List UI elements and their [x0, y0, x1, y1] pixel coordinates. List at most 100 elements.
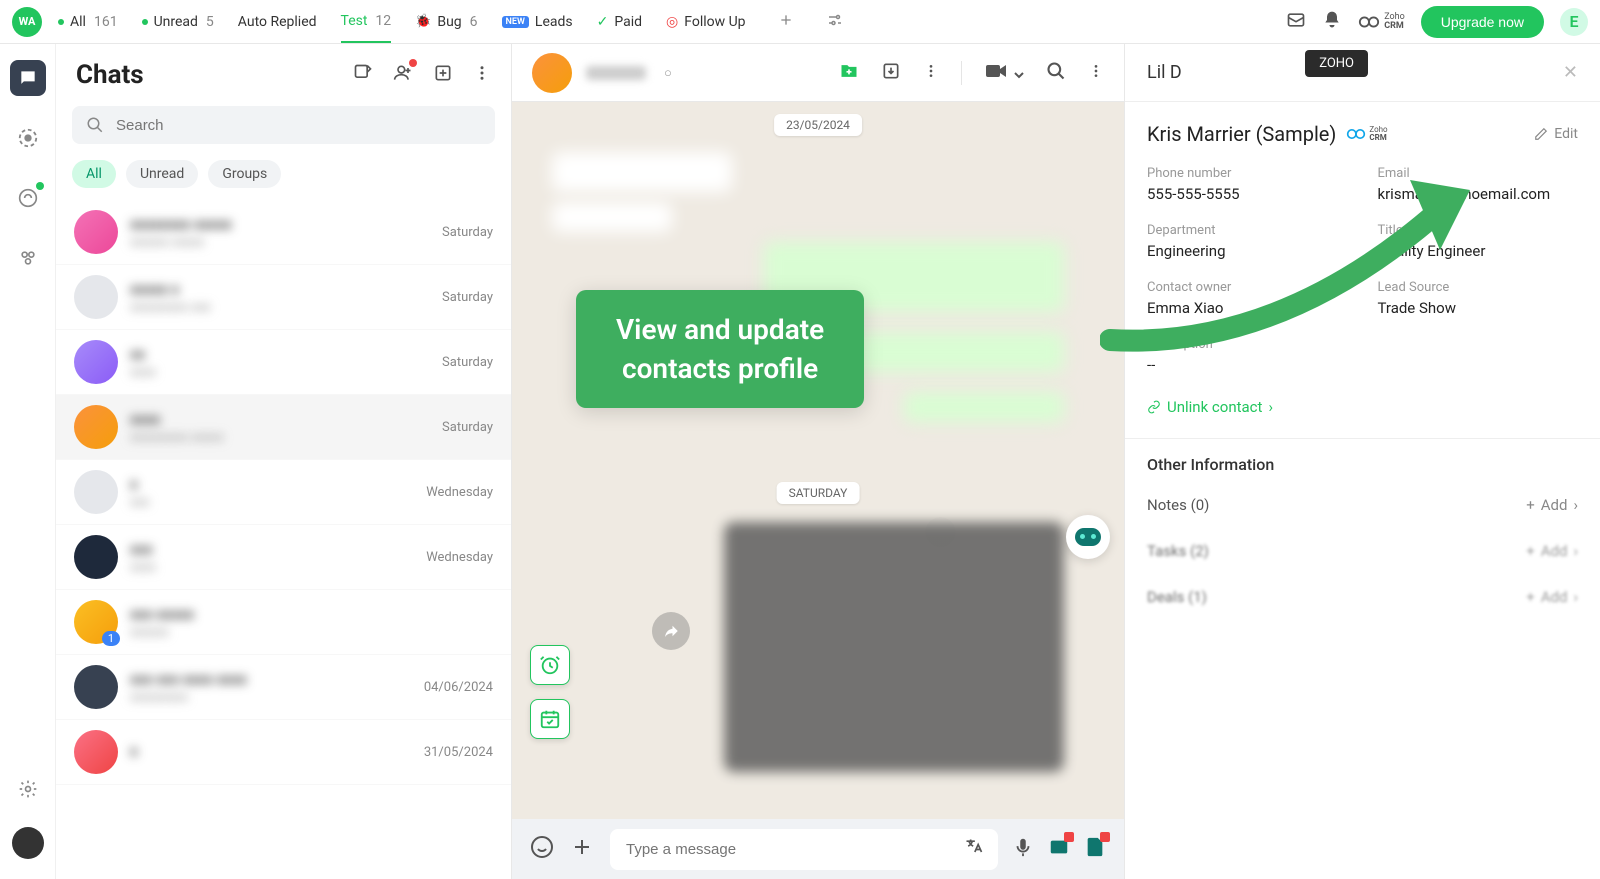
- close-icon[interactable]: ✕: [1563, 62, 1578, 83]
- tab-unread[interactable]: Unread5: [142, 2, 214, 42]
- chat-avatar: [74, 405, 118, 449]
- rail-settings-icon[interactable]: [10, 771, 46, 807]
- emoji-icon[interactable]: [530, 835, 554, 863]
- chat-avatar: [74, 665, 118, 709]
- user-avatar[interactable]: E: [1560, 8, 1588, 36]
- forward-icon[interactable]: [652, 612, 690, 650]
- crm-integration-icon[interactable]: ZohoCRM: [1358, 13, 1405, 31]
- conv-more-icon[interactable]: [1088, 63, 1104, 83]
- add-note-button[interactable]: + Add ›: [1526, 496, 1578, 514]
- unlink-contact-link[interactable]: Unlink contact ›: [1147, 398, 1273, 416]
- bot-assistant-icon[interactable]: [1066, 515, 1110, 559]
- message-bubble[interactable]: [552, 152, 732, 192]
- translate-icon[interactable]: [964, 837, 984, 861]
- tab-paid[interactable]: ✓Paid: [597, 2, 642, 42]
- template-icon[interactable]: [1084, 836, 1106, 862]
- owner-field: Contact ownerEmma Xiao: [1147, 280, 1348, 317]
- conversation-avatar[interactable]: [532, 53, 572, 93]
- media-message[interactable]: [724, 522, 1064, 772]
- add-task-button[interactable]: + Add ›: [1526, 542, 1578, 560]
- section-tasks[interactable]: Tasks (2) + Add ›: [1125, 528, 1600, 574]
- chat-item[interactable]: xxxxxxx Wednesday: [56, 525, 511, 590]
- conversation-name[interactable]: [586, 66, 646, 80]
- rail-chats-icon[interactable]: [10, 60, 46, 96]
- message-bubble[interactable]: [904, 392, 1064, 422]
- quick-reply-icon[interactable]: [1048, 836, 1070, 862]
- attach-icon[interactable]: [570, 835, 594, 863]
- add-tab-button[interactable]: [770, 12, 802, 32]
- topbar-right: ZohoCRM Upgrade now E: [1286, 6, 1588, 38]
- message-input[interactable]: [610, 829, 998, 870]
- mic-icon[interactable]: [1012, 836, 1034, 862]
- description-field: Description--: [1147, 337, 1348, 374]
- rail-channels-icon[interactable]: [10, 180, 46, 216]
- chats-column: Chats All Unread Groups: [56, 44, 512, 879]
- chat-time: Saturday: [442, 420, 493, 435]
- chat-avatar: 1: [74, 600, 118, 644]
- download-icon[interactable]: [881, 61, 901, 85]
- conv-menu-icon[interactable]: [923, 63, 939, 83]
- date-divider: 23/05/2024: [774, 114, 862, 136]
- add-contact-icon[interactable]: [393, 63, 413, 87]
- rail-communities-icon[interactable]: [10, 240, 46, 276]
- filter-groups[interactable]: Groups: [208, 160, 281, 188]
- tab-follow-up[interactable]: ◎Follow Up: [666, 2, 746, 42]
- new-chat-icon[interactable]: [353, 63, 373, 87]
- filter-all[interactable]: All: [72, 160, 116, 188]
- filter-row: All Unread Groups: [56, 152, 511, 200]
- conversation-status: ○: [664, 65, 672, 81]
- tab-all[interactable]: All161: [58, 2, 118, 42]
- add-deal-button[interactable]: + Add ›: [1526, 588, 1578, 606]
- tab-leads[interactable]: NEWLeads: [502, 2, 573, 42]
- new-group-icon[interactable]: [433, 63, 453, 87]
- contact-full-name: Kris Marrier (Sample) ZohoCRM: [1147, 122, 1388, 146]
- chat-avatar: [74, 210, 118, 254]
- chat-item[interactable]: xxxxxxxxxxxxx xxxxx Saturday: [56, 395, 511, 460]
- left-rail: [0, 44, 56, 879]
- inbox-tabs: All161 Unread5 Auto Replied Test12 🐞Bug6…: [58, 1, 1286, 43]
- search-conv-icon[interactable]: [1046, 61, 1066, 85]
- upgrade-button[interactable]: Upgrade now: [1421, 6, 1544, 38]
- conversation-header: ○: [512, 44, 1124, 102]
- chat-item[interactable]: xxxxxx Saturday: [56, 330, 511, 395]
- tab-test[interactable]: Test12: [341, 1, 392, 43]
- add-folder-icon[interactable]: [839, 61, 859, 85]
- section-notes[interactable]: Notes (0) + Add ›: [1125, 482, 1600, 528]
- tutorial-callout: View and update contacts profile: [576, 290, 864, 408]
- chats-menu-icon[interactable]: [473, 64, 491, 86]
- chat-time: Wednesday: [426, 485, 493, 500]
- rail-profile-avatar[interactable]: [12, 827, 44, 859]
- tab-auto-replied[interactable]: Auto Replied: [238, 2, 317, 42]
- chat-item[interactable]: xxx xxx xxxx xxxxxxxxxxxxx 04/06/2024: [56, 655, 511, 720]
- search-input[interactable]: [116, 117, 481, 134]
- phone-field: Phone number555-555-5555: [1147, 166, 1348, 203]
- section-deals[interactable]: Deals (1) + Add ›: [1125, 574, 1600, 620]
- contact-row: Kris Marrier (Sample) ZohoCRM Edit: [1125, 102, 1600, 166]
- chat-list: xxxxxxxx xxxxxxxxxxx xxxxx Saturday xxxx…: [56, 200, 511, 879]
- tabs-settings-icon[interactable]: [826, 11, 844, 33]
- chat-time: Saturday: [442, 225, 493, 240]
- search-box[interactable]: [72, 106, 495, 144]
- video-call-icon[interactable]: [984, 62, 1024, 84]
- calendar-fab-icon[interactable]: [530, 699, 570, 739]
- edit-button[interactable]: Edit: [1534, 126, 1578, 142]
- reminder-fab-icon[interactable]: [530, 645, 570, 685]
- detail-short-name: Lil D: [1147, 62, 1182, 83]
- chat-time: Saturday: [442, 355, 493, 370]
- tab-bug[interactable]: 🐞Bug6: [415, 2, 477, 42]
- zoho-tooltip: ZOHO: [1305, 50, 1368, 77]
- chat-item[interactable]: xxxx Wednesday: [56, 460, 511, 525]
- chat-item[interactable]: xxxxxxxx xxxxxxxxxxx xxxxx Saturday: [56, 200, 511, 265]
- unlink-row: Unlink contact ›: [1125, 390, 1600, 438]
- bell-icon[interactable]: [1322, 10, 1342, 34]
- inbox-icon[interactable]: [1286, 10, 1306, 34]
- chat-item[interactable]: xxxxx xxxxxxxxxx xxx Saturday: [56, 265, 511, 330]
- app-logo[interactable]: WA: [12, 7, 42, 37]
- rail-status-icon[interactable]: [10, 120, 46, 156]
- message-bubble[interactable]: [552, 202, 672, 232]
- chat-avatar: [74, 340, 118, 384]
- filter-unread[interactable]: Unread: [126, 160, 198, 188]
- chat-item[interactable]: x 31/05/2024: [56, 720, 511, 785]
- conversation-pane: ○ 23/05/2024: [512, 44, 1124, 879]
- chat-item[interactable]: 1 xxx xxxxxxxxxxx: [56, 590, 511, 655]
